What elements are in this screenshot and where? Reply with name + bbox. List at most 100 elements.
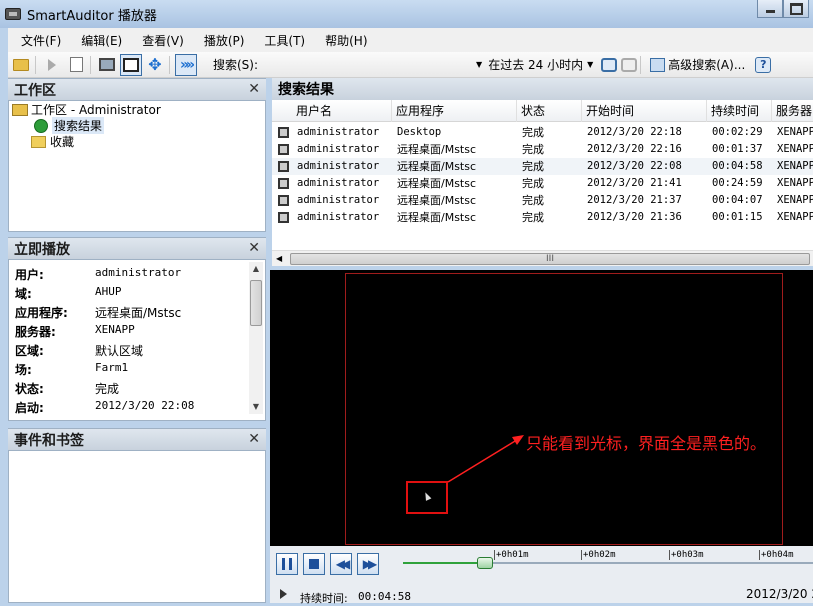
table-cell: 完成 xyxy=(522,143,544,156)
table-cell: administrator xyxy=(297,160,380,172)
page-button[interactable] xyxy=(65,54,87,76)
fast-forward-button[interactable]: ▶▶ xyxy=(357,553,379,575)
tree-item-search-results[interactable]: 搜索结果 xyxy=(34,117,105,134)
rewind-button[interactable]: ◀◀ xyxy=(330,553,352,575)
property-key: 应用程序: xyxy=(15,306,68,320)
recording-icon xyxy=(278,161,289,172)
table-row[interactable]: administrator 远程桌面/Mstsc 完成 2012/3/20 21:36… xyxy=(272,209,813,226)
results-hscrollbar[interactable]: ◀ III xyxy=(272,250,813,266)
search-binoculars-disabled-icon xyxy=(621,57,638,72)
table-row[interactable]: administrator 远程桌面/Mstsc 完成 2012/3/20 22:16… xyxy=(272,141,813,158)
play-button[interactable] xyxy=(41,54,63,76)
playback-viewport[interactable]: 只能看到光标，界面全是黑色的。 xyxy=(270,270,813,546)
table-cell: 远程桌面/Mstsc xyxy=(397,194,477,207)
results-title: 搜索结果 xyxy=(278,82,334,98)
advanced-search-button[interactable]: 高级搜索(A)... xyxy=(668,56,745,73)
events-header: 事件和书签 ✕ xyxy=(8,428,266,450)
property-key: 场: xyxy=(15,363,32,377)
app-icon xyxy=(5,8,21,20)
scroll-up-icon[interactable]: ▲ xyxy=(249,262,263,276)
seek-track[interactable] xyxy=(403,562,813,564)
table-cell: XENAPP xyxy=(777,177,813,189)
property-value: administrator xyxy=(95,266,182,279)
film-icon xyxy=(123,57,139,72)
property-value: 远程桌面/Mstsc xyxy=(95,306,182,320)
stop-button[interactable] xyxy=(303,553,325,575)
stop-icon xyxy=(309,559,319,569)
hscroll-thumb[interactable]: III xyxy=(290,253,810,265)
scroll-left-icon[interactable]: ◀ xyxy=(276,251,282,267)
property-value: AHUP xyxy=(95,285,122,298)
menu-play[interactable]: 播放(P) xyxy=(197,32,252,49)
table-row[interactable]: administrator Desktop 完成 2012/3/20 22:18 00:… xyxy=(272,124,813,141)
time-range-select[interactable]: 在过去 24 小时内 xyxy=(488,56,583,73)
table-cell: 00:01:15 xyxy=(712,211,763,223)
table-cell: administrator xyxy=(297,126,380,138)
play-icon xyxy=(48,58,56,71)
column-header[interactable]: 状态 xyxy=(517,100,582,122)
table-row[interactable]: administrator 远程桌面/Mstsc 完成 2012/3/20 22:08… xyxy=(272,158,813,175)
monitor-button[interactable] xyxy=(96,54,118,76)
tree-item-workspace-label: 工作区 - Administrator xyxy=(31,103,161,117)
instant-play-properties: ▲ ▼ 用户: administrator 域: AHUP 应用程序: 远程桌面/Msts… xyxy=(8,259,266,421)
column-header[interactable]: 应用程序 xyxy=(392,100,517,122)
menu-help[interactable]: 帮助(H) xyxy=(318,32,374,49)
search-dropdown-arrow-icon[interactable]: ▼ xyxy=(476,60,482,69)
table-cell: 完成 xyxy=(522,194,544,207)
menu-view[interactable]: 查看(V) xyxy=(135,32,191,49)
property-row: 场: Farm1 xyxy=(15,361,128,378)
scroll-thumb[interactable] xyxy=(250,280,262,326)
fast-play-button[interactable]: »» xyxy=(175,53,197,76)
instant-play-close-icon[interactable]: ✕ xyxy=(248,240,260,256)
table-cell: 远程桌面/Mstsc xyxy=(397,143,477,156)
table-cell: 完成 xyxy=(522,211,544,224)
fullscreen-button[interactable] xyxy=(120,53,142,76)
table-cell: administrator xyxy=(297,143,380,155)
table-cell: 远程桌面/Mstsc xyxy=(397,160,477,173)
results-table: 用户名 应用程序 状态 开始时间 持续时间 服务器 administrator Deskto… xyxy=(272,100,813,250)
menu-file[interactable]: 文件(F) xyxy=(14,32,68,49)
title-bar: SmartAuditor 播放器 xyxy=(0,0,813,28)
property-key: 启动: xyxy=(15,401,44,415)
search-binoculars-icon[interactable] xyxy=(601,57,618,72)
maximize-button[interactable] xyxy=(783,0,809,18)
column-header[interactable]: 用户名 xyxy=(292,100,392,122)
minimize-button[interactable] xyxy=(757,0,783,18)
help-icon[interactable]: ? xyxy=(755,56,772,73)
table-cell: administrator xyxy=(297,177,380,189)
column-header[interactable]: 服务器 xyxy=(772,100,813,122)
property-row: 服务器: XENAPP xyxy=(15,323,135,340)
rewind-icon: ◀◀ xyxy=(335,557,351,571)
scroll-down-icon[interactable]: ▼ xyxy=(249,400,263,414)
tree-item-workspace[interactable]: 工作区 - Administrator xyxy=(12,101,161,118)
workspace-close-icon[interactable]: ✕ xyxy=(248,81,260,97)
table-row[interactable]: administrator 远程桌面/Mstsc 完成 2012/3/20 21:37… xyxy=(272,192,813,209)
table-cell: Desktop xyxy=(397,126,442,138)
events-close-icon[interactable]: ✕ xyxy=(248,431,260,447)
property-value: Farm1 xyxy=(95,361,129,374)
table-cell: 00:04:07 xyxy=(712,194,763,206)
menu-edit[interactable]: 编辑(E) xyxy=(74,32,129,49)
properties-scrollbar[interactable]: ▲ ▼ xyxy=(249,262,263,414)
table-row[interactable]: administrator 远程桌面/Mstsc 完成 2012/3/20 21:41… xyxy=(272,175,813,192)
window-title: SmartAuditor 播放器 xyxy=(27,8,157,24)
open-button[interactable] xyxy=(10,54,32,76)
seek-slider-knob[interactable] xyxy=(477,557,493,569)
property-key: 区域: xyxy=(15,344,44,358)
recording-icon xyxy=(278,144,289,155)
column-header[interactable]: 开始时间 xyxy=(582,100,707,122)
time-range-dropdown-arrow-icon[interactable]: ▼ xyxy=(587,60,593,69)
property-key: 域: xyxy=(15,287,32,301)
search-input[interactable] xyxy=(262,54,473,75)
events-title: 事件和书签 xyxy=(14,432,84,449)
tree-item-favorites[interactable]: 收藏 xyxy=(31,133,74,150)
column-header[interactable]: 持续时间 xyxy=(707,100,772,122)
pause-button[interactable] xyxy=(276,553,298,575)
toolbar-separator xyxy=(169,55,170,74)
table-cell: 00:01:37 xyxy=(712,143,763,155)
table-cell: XENAPP xyxy=(777,143,813,155)
pan-button[interactable]: ✥ xyxy=(144,54,166,76)
timeline-tick: +0h03m xyxy=(669,550,704,560)
property-row: 域: AHUP xyxy=(15,285,122,302)
menu-tools[interactable]: 工具(T) xyxy=(257,32,312,49)
